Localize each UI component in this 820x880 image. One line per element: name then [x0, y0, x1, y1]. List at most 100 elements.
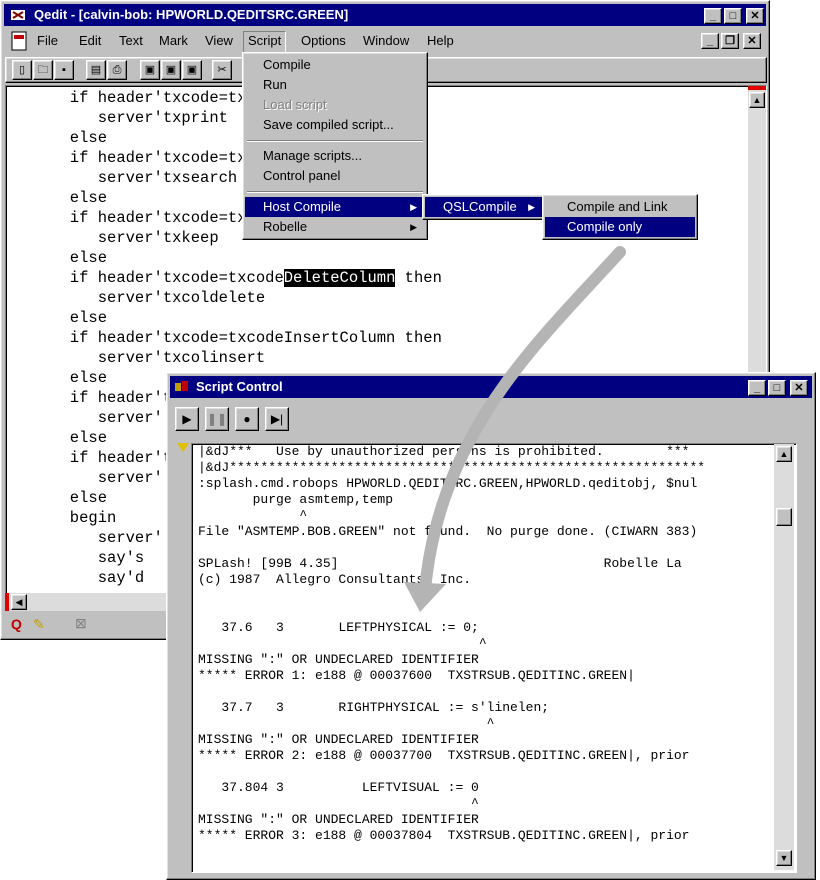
output-line: ^ — [198, 508, 308, 523]
output-line: ^ — [198, 796, 479, 811]
menu-view[interactable]: View — [201, 31, 237, 51]
submenu-arrow-icon: ▶ — [410, 222, 417, 232]
menu-edit[interactable]: Edit — [75, 31, 105, 51]
close-button[interactable]: ✕ — [746, 8, 764, 24]
output-scroll-down-arrow-icon[interactable]: ▼ — [776, 850, 792, 866]
sc-minimize-button[interactable]: _ — [748, 380, 766, 396]
menu-options[interactable]: Options — [297, 31, 350, 51]
menu-separator — [247, 191, 423, 193]
menu-item-host-compile[interactable]: Host Compile ▶ — [245, 197, 425, 217]
script-control-icon — [175, 381, 188, 391]
output-line: |&dJ************************************… — [198, 460, 706, 475]
pencil-icon: ✎ — [33, 616, 45, 632]
menu-item-qslcompile[interactable]: QSLCompile ▶ — [425, 197, 543, 217]
doc-close-button[interactable]: ✕ — [743, 33, 761, 49]
output-line: |&dJ*** Use by unauthorized persons is p… — [198, 444, 690, 459]
output-line: MISSING ":" OR UNDECLARED IDENTIFIER — [198, 812, 479, 827]
menu-item-load-script: Load script — [263, 97, 327, 112]
menu-item-compile-and-link[interactable]: Compile and Link — [545, 197, 695, 217]
output-line: 37.7 3 RIGHTPHYSICAL := s'linelen; — [198, 700, 550, 715]
sc-maximize-button[interactable]: □ — [768, 380, 786, 396]
code-line: else — [14, 249, 108, 267]
output-vertical-scrollbar[interactable]: ▲ ▼ — [774, 444, 794, 870]
submenu-arrow-icon: ▶ — [528, 202, 535, 212]
menu-item-compile-only[interactable]: Compile only — [545, 217, 695, 237]
code-line: if header'txcode=txcodeDeleteColumn then — [14, 269, 442, 287]
current-position-marker-icon — [177, 443, 189, 452]
output-line: 37.6 3 LEFTPHYSICAL := 0; — [198, 620, 479, 635]
menu-text[interactable]: Text — [115, 31, 147, 51]
output-line: ^ — [198, 716, 495, 731]
window-icon-3[interactable]: ▣ — [182, 60, 202, 80]
open-folder-icon[interactable]: 🗀 — [33, 60, 53, 80]
qslcompile-submenu: Compile and Link Compile only — [542, 194, 698, 240]
code-line: server'txcoldelete — [14, 289, 266, 307]
window-icon-1[interactable]: ▣ — [140, 60, 160, 80]
document-icon[interactable] — [9, 31, 29, 51]
play-icon[interactable]: ▶ — [175, 407, 199, 431]
scroll-left-arrow-icon[interactable]: ◀ — [11, 594, 27, 610]
menu-item-save-compiled[interactable]: Save compiled script... — [245, 115, 425, 135]
output-line: ***** ERROR 1: e188 @ 00037600 TXSTRSUB.… — [198, 668, 635, 683]
output-line: purge asmtemp,temp — [198, 492, 394, 507]
code-line: if header'txcode=txcodeInsertColumn then — [14, 329, 442, 347]
menu-item-control-panel[interactable]: Control panel — [245, 166, 425, 186]
qedit-app-icon — [11, 10, 25, 20]
menu-item-compile[interactable]: Compile — [245, 55, 425, 75]
cut-scissors-icon[interactable]: ✂ — [212, 60, 232, 80]
menu-item-qslcompile-label: QSLCompile — [443, 199, 517, 214]
menu-file[interactable]: File — [33, 31, 62, 51]
minimize-button[interactable]: _ — [704, 8, 722, 24]
sc-close-button[interactable]: ✕ — [790, 380, 808, 396]
step-icon[interactable]: ▶| — [265, 407, 289, 431]
scroll-marker-h — [5, 593, 9, 611]
submenu-arrow-icon: ▶ — [410, 202, 417, 212]
menu-item-host-compile-label: Host Compile — [263, 199, 342, 214]
save-disk-icon[interactable]: ▪ — [54, 60, 74, 80]
menu-bar: File Edit Text Mark View Script Options … — [5, 29, 767, 53]
print-icon[interactable]: ⎙ — [107, 60, 127, 80]
doc-restore-button[interactable]: ❐ — [721, 33, 739, 49]
print-preview-icon[interactable]: ▤ — [86, 60, 106, 80]
menu-mark[interactable]: Mark — [155, 31, 192, 51]
menu-item-manage-scripts[interactable]: Manage scripts... — [245, 146, 425, 166]
output-line: ***** ERROR 3: e188 @ 00037804 TXSTRSUB.… — [198, 828, 690, 843]
stop-icon[interactable]: ● — [235, 407, 259, 431]
output-line: ***** ERROR 2: e188 @ 00037700 TXSTRSUB.… — [198, 748, 690, 763]
disabled-x-icon: ⊠ — [75, 615, 87, 631]
pause-icon[interactable]: ❚❚ — [205, 407, 229, 431]
maximize-button[interactable]: □ — [724, 8, 742, 24]
menu-item-robelle[interactable]: Robelle ▶ — [245, 217, 425, 237]
script-output-area[interactable]: |&dJ*** Use by unauthorized persons is p… — [191, 443, 797, 873]
window-icon-2[interactable]: ▣ — [161, 60, 181, 80]
menu-help[interactable]: Help — [423, 31, 458, 51]
output-scroll-thumb[interactable] — [776, 508, 792, 526]
menu-item-run[interactable]: Run — [245, 75, 425, 95]
menu-item-robelle-label: Robelle — [263, 219, 308, 234]
script-menu: Compile Run Load script Save compiled sc… — [242, 52, 428, 240]
new-file-icon[interactable]: ▯ — [12, 60, 32, 80]
script-output-text: |&dJ*** Use by unauthorized persons is p… — [198, 444, 705, 844]
qedit-title-text: Qedit - [calvin-bob: HPWORLD.QEDITSRC.GR… — [34, 7, 349, 22]
menu-window[interactable]: Window — [359, 31, 413, 51]
highlighted-text: DeleteColumn — [283, 269, 396, 287]
script-control-title-bar[interactable]: Script Control _ □ ✕ — [170, 376, 812, 398]
doc-minimize-button[interactable]: _ — [701, 33, 719, 49]
code-line: else — [14, 309, 108, 327]
menu-script[interactable]: Script — [243, 31, 287, 53]
output-scroll-up-arrow-icon[interactable]: ▲ — [776, 446, 792, 462]
output-line: :splash.cmd.robops HPWORLD.QEDITSRC.GREE… — [198, 476, 698, 491]
script-control-title-text: Script Control — [196, 379, 283, 394]
output-line: ^ — [198, 636, 487, 651]
code-line: server'txcolinsert — [14, 349, 266, 367]
scroll-up-arrow-icon[interactable]: ▲ — [749, 92, 765, 108]
host-compile-submenu: QSLCompile ▶ — [422, 194, 546, 220]
output-line: SPLash! [99B 4.35] Robelle La — [198, 556, 682, 571]
scroll-marker — [748, 86, 766, 90]
qedit-title-bar[interactable]: Qedit - [calvin-bob: HPWORLD.QEDITSRC.GR… — [4, 4, 766, 26]
menu-separator — [247, 140, 423, 142]
